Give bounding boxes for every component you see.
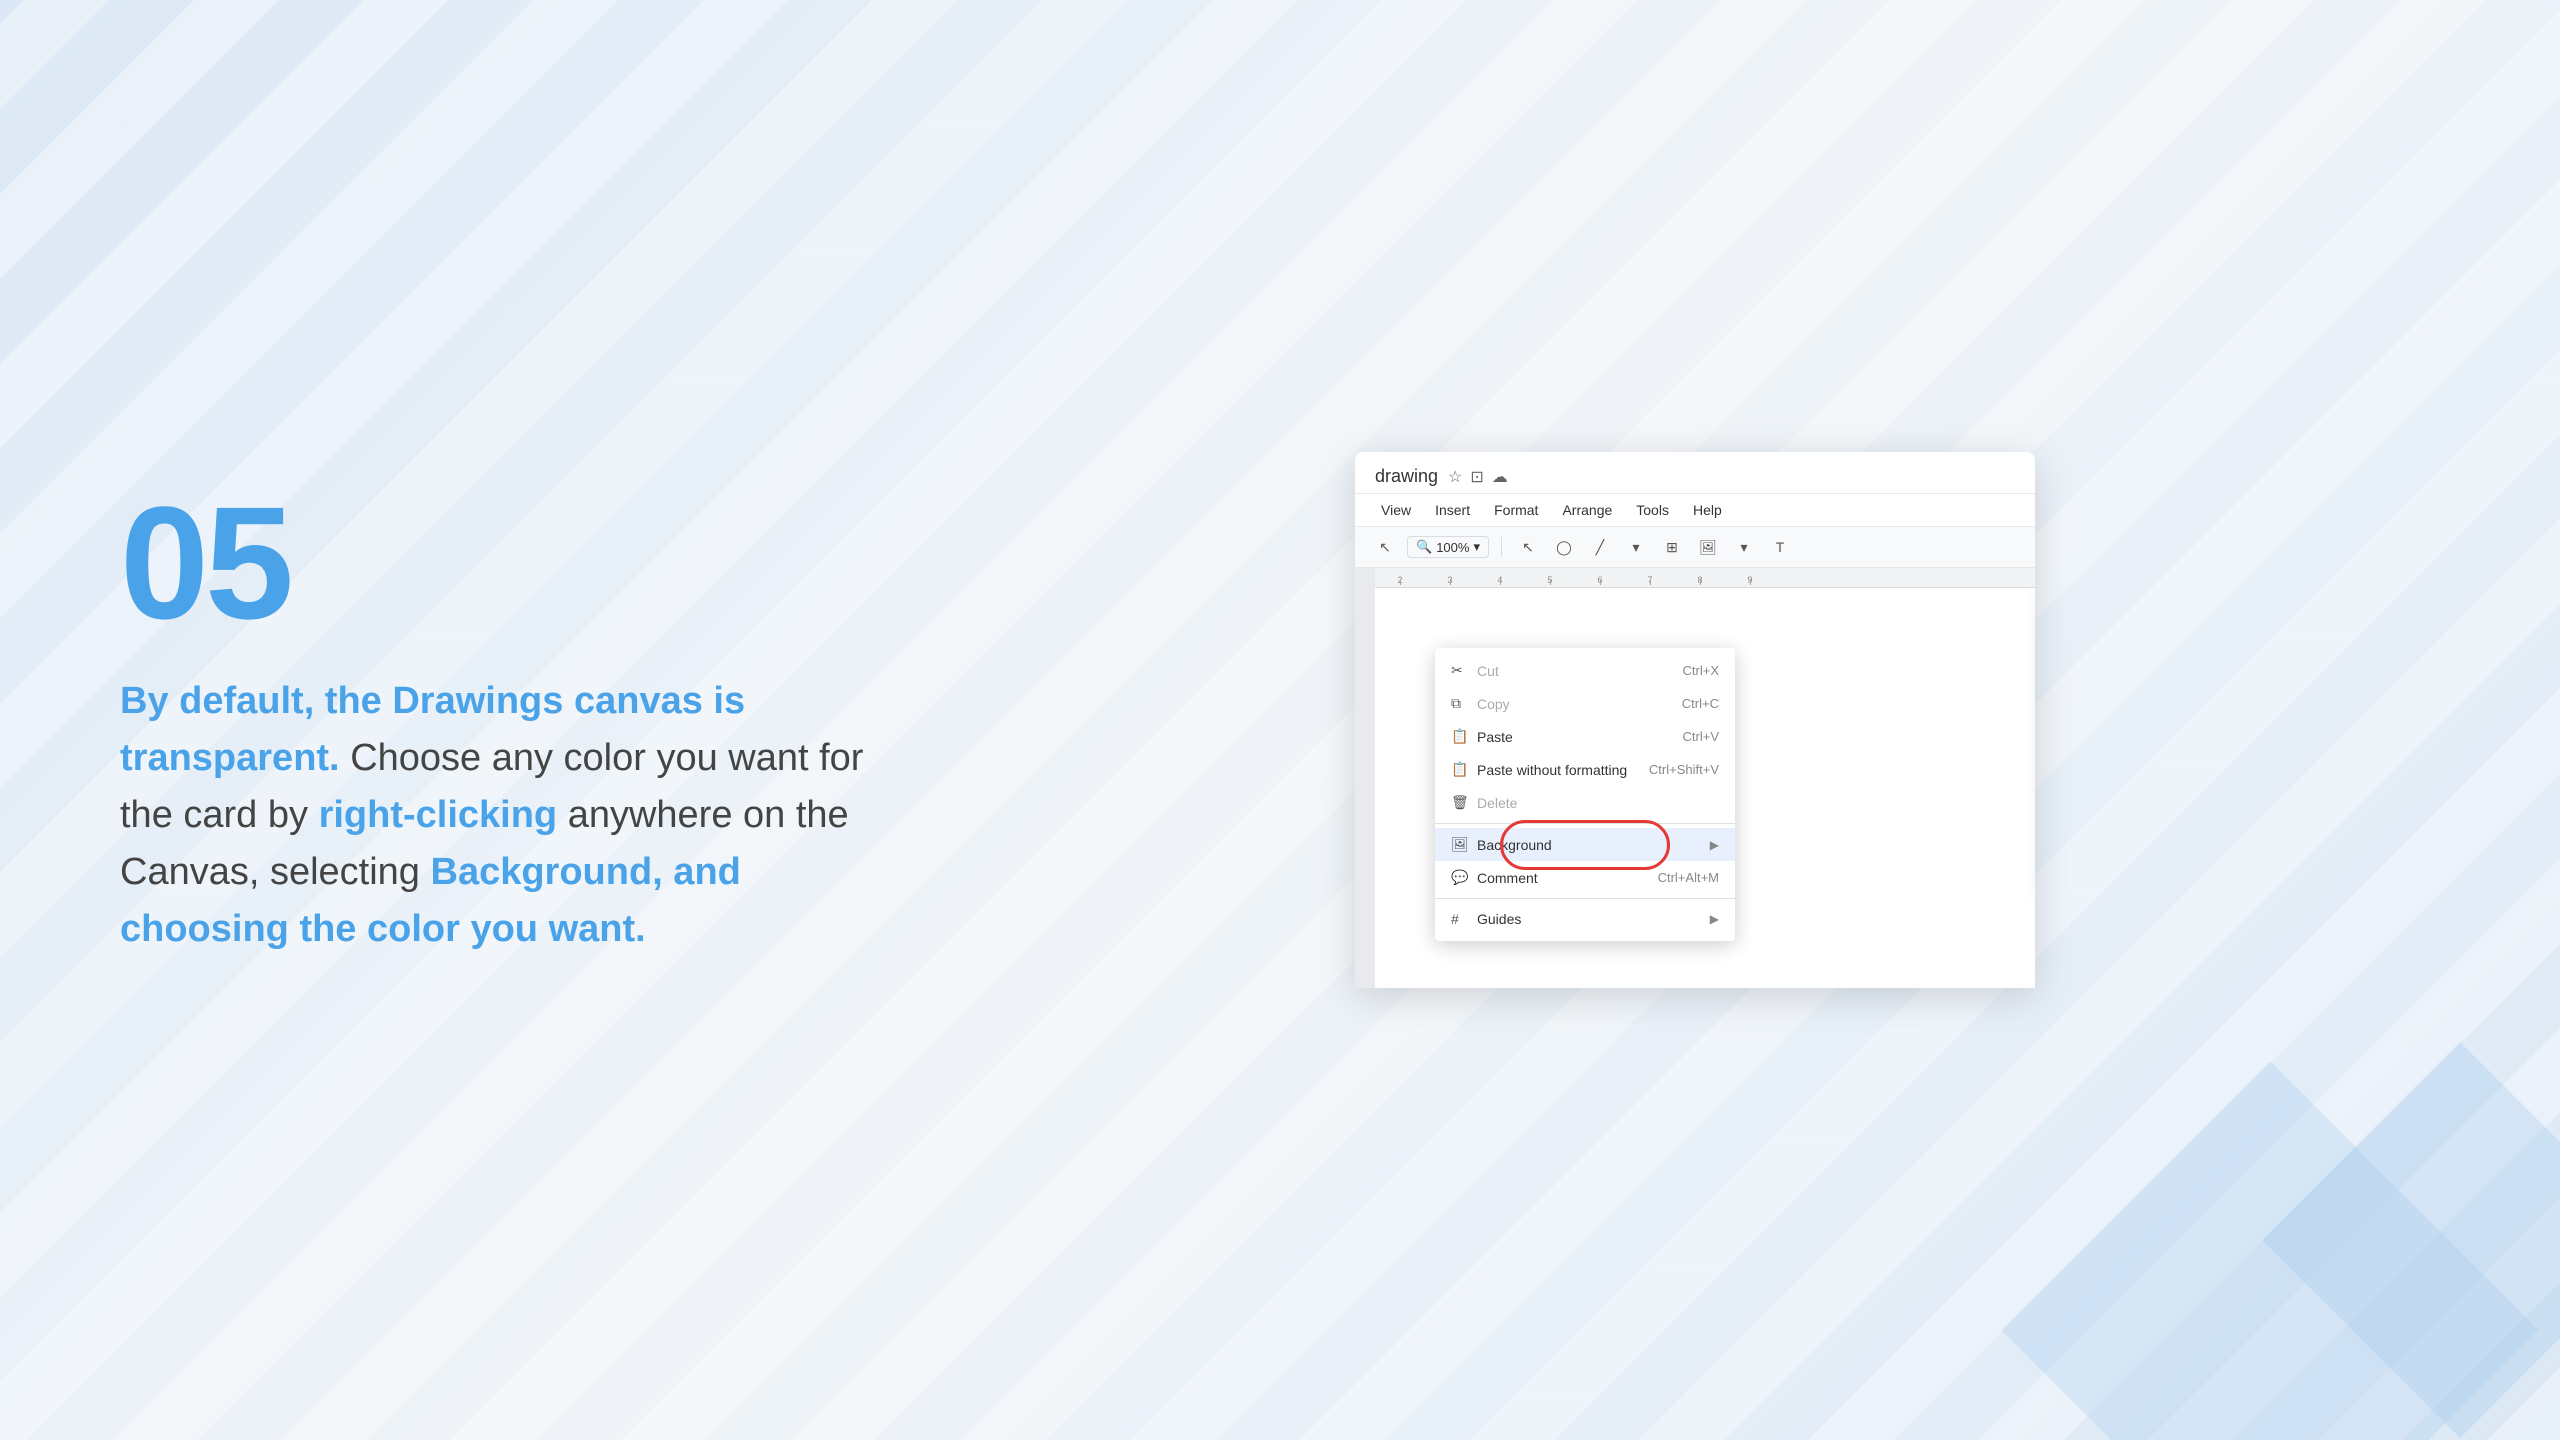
menu-help[interactable]: Help xyxy=(1683,498,1732,522)
cloud-icon[interactable]: ☁ xyxy=(1492,467,1508,487)
context-menu: ✂ Cut Ctrl+X ⧉ Copy Ctrl+C xyxy=(1435,648,1735,941)
context-copy-left: ⧉ Copy xyxy=(1451,695,1510,712)
context-guides[interactable]: # Guides ▶ xyxy=(1435,903,1735,935)
title-icons: ☆ ⊡ ☁ xyxy=(1448,467,1508,487)
comment-label: Comment xyxy=(1477,870,1538,886)
copy-label: Copy xyxy=(1477,696,1510,712)
left-content: 05 By default, the Drawings canvas is tr… xyxy=(120,483,870,958)
ruler-mark: 4 xyxy=(1475,575,1525,585)
context-paste-format[interactable]: 📋 Paste without formatting Ctrl+Shift+V xyxy=(1435,753,1735,786)
context-cut[interactable]: ✂ Cut Ctrl+X xyxy=(1435,654,1735,687)
image-icon[interactable]: 🖼 xyxy=(1694,533,1722,561)
context-comment[interactable]: 💬 Comment Ctrl+Alt+M xyxy=(1435,861,1735,894)
cut-icon: ✂ xyxy=(1451,662,1467,679)
image-arrow[interactable]: ▾ xyxy=(1730,533,1758,561)
toolbar-pointer-icon[interactable]: ↖ xyxy=(1371,533,1399,561)
comment-shortcut: Ctrl+Alt+M xyxy=(1658,870,1719,885)
guides-label: Guides xyxy=(1477,911,1521,927)
delete-icon: 🗑 xyxy=(1451,794,1467,811)
line-arrow[interactable]: ▾ xyxy=(1622,533,1650,561)
divider1 xyxy=(1435,823,1735,824)
ruler-mark: 8 xyxy=(1675,575,1725,585)
cut-shortcut: Ctrl+X xyxy=(1683,663,1719,678)
zoom-arrow: ▾ xyxy=(1473,539,1480,555)
right-content: drawing ☆ ⊡ ☁ View Insert Format Arrange… xyxy=(950,452,2440,988)
context-comment-left: 💬 Comment xyxy=(1451,869,1538,886)
context-copy[interactable]: ⧉ Copy Ctrl+C xyxy=(1435,687,1735,720)
comment-icon: 💬 xyxy=(1451,869,1467,886)
guides-arrow: ▶ xyxy=(1710,912,1719,926)
ruler-mark: 3 xyxy=(1425,575,1475,585)
menu-format[interactable]: Format xyxy=(1484,498,1548,522)
delete-label: Delete xyxy=(1477,795,1517,811)
drawings-app: drawing ☆ ⊡ ☁ View Insert Format Arrange… xyxy=(1355,452,2035,988)
divider2 xyxy=(1435,898,1735,899)
star-icon[interactable]: ☆ xyxy=(1448,467,1462,487)
select-icon[interactable]: ↖ xyxy=(1514,533,1542,561)
background-icon: 🖼 xyxy=(1451,836,1467,853)
paste-format-label: Paste without formatting xyxy=(1477,762,1627,778)
content-wrapper: 05 By default, the Drawings canvas is tr… xyxy=(0,0,2560,1440)
context-cut-left: ✂ Cut xyxy=(1451,662,1499,679)
context-paste-left: 📋 Paste xyxy=(1451,728,1513,745)
context-paste-format-left: 📋 Paste without formatting xyxy=(1451,761,1627,778)
zoom-icon: 🔍 xyxy=(1416,539,1432,555)
context-delete-left: 🗑 Delete xyxy=(1451,794,1517,811)
zoom-control[interactable]: 🔍 100% ▾ xyxy=(1407,536,1489,558)
toolbar: ↖ 🔍 100% ▾ ↖ ◯ ╱ ▾ ⊞ 🖼 ▾ T xyxy=(1355,527,2035,568)
ruler-mark: 9 xyxy=(1725,575,1775,585)
line-icon[interactable]: ╱ xyxy=(1586,533,1614,561)
paste-format-shortcut: Ctrl+Shift+V xyxy=(1649,762,1719,777)
app-title: drawing xyxy=(1375,466,1438,487)
copy-shortcut: Ctrl+C xyxy=(1682,696,1719,711)
ruler-mark: 6 xyxy=(1575,575,1625,585)
zoom-value: 100% xyxy=(1436,540,1469,555)
menu-arrange[interactable]: Arrange xyxy=(1552,498,1622,522)
ruler-mark: 5 xyxy=(1525,575,1575,585)
shapes-icon[interactable]: ◯ xyxy=(1550,533,1578,561)
paste-icon: 📋 xyxy=(1451,728,1467,745)
crop-icon[interactable]: ⊞ xyxy=(1658,533,1686,561)
context-background[interactable]: 🖼 Background ▶ xyxy=(1435,828,1735,861)
title-bar: drawing ☆ ⊡ ☁ xyxy=(1355,452,2035,494)
description-highlight2: right-clicking xyxy=(319,794,558,836)
ruler-mark: 2 xyxy=(1375,575,1425,585)
canvas-content[interactable]: ✂ Cut Ctrl+X ⧉ Copy Ctrl+C xyxy=(1375,588,2035,988)
text-icon[interactable]: T xyxy=(1766,533,1794,561)
ruler-mark: 7 xyxy=(1625,575,1675,585)
menu-insert[interactable]: Insert xyxy=(1425,498,1480,522)
context-paste[interactable]: 📋 Paste Ctrl+V xyxy=(1435,720,1735,753)
menu-view[interactable]: View xyxy=(1371,498,1421,522)
separator1 xyxy=(1501,537,1502,557)
copy-icon: ⧉ xyxy=(1451,695,1467,712)
description: By default, the Drawings canvas is trans… xyxy=(120,673,870,958)
background-arrow: ▶ xyxy=(1710,838,1719,852)
context-background-left: 🖼 Background xyxy=(1451,836,1552,853)
ruler: 2 3 4 5 6 7 8 9 xyxy=(1375,568,2035,588)
guides-icon: # xyxy=(1451,911,1467,927)
context-guides-left: # Guides xyxy=(1451,911,1521,927)
menu-tools[interactable]: Tools xyxy=(1626,498,1679,522)
cut-label: Cut xyxy=(1477,663,1499,679)
step-number: 05 xyxy=(120,483,870,643)
canvas-area[interactable]: 2 3 4 5 6 7 8 9 ✂ Cut xyxy=(1355,568,2035,988)
context-delete[interactable]: 🗑 Delete xyxy=(1435,786,1735,819)
paste-shortcut: Ctrl+V xyxy=(1683,729,1719,744)
background-label: Background xyxy=(1477,837,1552,853)
menu-bar: View Insert Format Arrange Tools Help xyxy=(1355,494,2035,527)
paste-format-icon: 📋 xyxy=(1451,761,1467,778)
paste-label: Paste xyxy=(1477,729,1513,745)
folder-icon[interactable]: ⊡ xyxy=(1470,467,1483,487)
